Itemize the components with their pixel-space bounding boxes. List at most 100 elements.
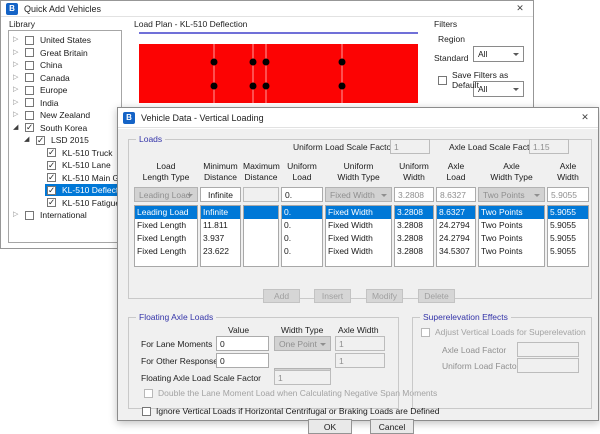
tree-item-kl-510-truck[interactable]: ✓ KL-510 Truck bbox=[9, 147, 121, 160]
checkbox[interactable] bbox=[25, 111, 34, 120]
other-responses-value-input[interactable]: 0 bbox=[216, 353, 269, 368]
checkbox[interactable]: ✓ bbox=[47, 148, 56, 157]
title-bar[interactable]: B Quick Add Vehicles ✕ bbox=[1, 1, 533, 17]
checkbox[interactable]: ✓ bbox=[36, 136, 45, 145]
table-cell[interactable] bbox=[244, 232, 278, 245]
tree-item-china[interactable]: ▷ China bbox=[9, 59, 121, 72]
expand-icon[interactable]: ▷ bbox=[13, 35, 23, 45]
expand-icon[interactable]: ▷ bbox=[13, 73, 23, 83]
table-cell[interactable]: 34.5307 bbox=[437, 245, 475, 258]
tree-item-great-britain[interactable]: ▷ Great Britain bbox=[9, 47, 121, 60]
tree-item-kl-510-main-girder[interactable]: ✓ KL-510 Main Girder bbox=[9, 172, 121, 185]
check-icon: ✓ bbox=[48, 160, 55, 171]
checkbox[interactable] bbox=[25, 61, 34, 70]
tree-item-united-states[interactable]: ▷ United States bbox=[9, 34, 121, 47]
table-cell[interactable]: Fixed Length bbox=[135, 245, 197, 258]
checkbox[interactable] bbox=[25, 86, 34, 95]
checkbox[interactable]: ✓ bbox=[47, 173, 56, 182]
table-cell[interactable]: 3.2808 bbox=[395, 219, 433, 232]
table-cell[interactable]: 3.937 bbox=[201, 232, 240, 245]
checkbox[interactable]: ✓ bbox=[47, 186, 56, 195]
expand-icon[interactable]: ▷ bbox=[13, 60, 23, 70]
tree-item-kl-510-lane[interactable]: ✓ KL-510 Lane bbox=[9, 159, 121, 172]
table-cell[interactable]: Two Points bbox=[479, 219, 544, 232]
table-cell[interactable]: Infinite bbox=[201, 206, 240, 219]
table-cell[interactable]: Two Points bbox=[479, 206, 544, 219]
checkbox[interactable]: ✓ bbox=[47, 161, 56, 170]
expand-icon[interactable]: ▷ bbox=[13, 85, 23, 95]
tree-item-kl-510-fatigue[interactable]: ✓ KL-510 Fatigue bbox=[9, 197, 121, 210]
uniform-load-factor-label: Uniform Load Factor bbox=[442, 361, 519, 371]
table-cell[interactable] bbox=[244, 219, 278, 232]
checkbox[interactable] bbox=[438, 76, 447, 85]
tree-item-canada[interactable]: ▷ Canada bbox=[9, 72, 121, 85]
standard-label: Standard bbox=[434, 53, 469, 63]
expand-icon[interactable]: ▷ bbox=[13, 98, 23, 108]
collapse-icon[interactable]: ◢ bbox=[24, 135, 34, 145]
close-icon[interactable]: ✕ bbox=[512, 3, 528, 14]
table-cell[interactable]: 0. bbox=[282, 245, 322, 258]
tree-item-india[interactable]: ▷ India bbox=[9, 97, 121, 110]
expand-icon[interactable]: ▷ bbox=[13, 210, 23, 220]
table-cell[interactable]: 24.2794 bbox=[437, 232, 475, 245]
table-cell[interactable]: 5.9055 bbox=[548, 206, 588, 219]
checkbox[interactable] bbox=[142, 407, 151, 416]
close-icon[interactable]: ✕ bbox=[577, 112, 593, 123]
table-cell[interactable]: 3.2808 bbox=[395, 232, 433, 245]
table-cell[interactable]: 0. bbox=[282, 232, 322, 245]
checkbox[interactable] bbox=[25, 211, 34, 220]
table-cell[interactable]: 3.2808 bbox=[395, 245, 433, 258]
table-cell[interactable]: Fixed Length bbox=[135, 232, 197, 245]
table-cell[interactable]: Leading Load bbox=[135, 206, 197, 219]
table-cell[interactable]: 8.6327 bbox=[437, 206, 475, 219]
collapse-icon[interactable]: ◢ bbox=[13, 123, 23, 133]
table-cell[interactable]: 5.9055 bbox=[548, 232, 588, 245]
checkbox[interactable] bbox=[25, 73, 34, 82]
table-cell[interactable]: 11.811 bbox=[201, 219, 240, 232]
tree-item-international[interactable]: ▷ International bbox=[9, 209, 121, 222]
checkbox[interactable] bbox=[25, 98, 34, 107]
table-cell[interactable]: Fixed Length bbox=[135, 219, 197, 232]
table-cell[interactable]: Fixed Width bbox=[326, 206, 391, 219]
tree-item-lsd-2015[interactable]: ◢ ✓ LSD 2015 bbox=[9, 134, 121, 147]
column-axle-width: AxleWidth 5.9055 5.9055 5.9055 5.9055 5.… bbox=[547, 161, 589, 267]
tree-item-kl-510-deflection[interactable]: ✓ KL-510 Deflection bbox=[9, 184, 121, 197]
table-cell[interactable]: 3.2808 bbox=[395, 206, 433, 219]
expand-icon[interactable]: ▷ bbox=[13, 48, 23, 58]
cancel-button[interactable]: Cancel bbox=[370, 419, 414, 434]
checkbox[interactable] bbox=[25, 36, 34, 45]
table-cell[interactable] bbox=[244, 206, 278, 219]
ignore-vertical-loads-checkbox[interactable]: Ignore Vertical Loads if Horizontal Cent… bbox=[142, 406, 440, 416]
table-cell[interactable]: 23.622 bbox=[201, 245, 240, 258]
expand-icon[interactable]: ▷ bbox=[13, 110, 23, 120]
table-cell[interactable]: 24.2794 bbox=[437, 219, 475, 232]
table-cell[interactable]: 5.9055 bbox=[548, 219, 588, 232]
ok-button[interactable]: OK bbox=[308, 419, 352, 434]
tree-item-south-korea[interactable]: ◢ ✓ South Korea bbox=[9, 122, 121, 135]
tree-item-new-zealand[interactable]: ▷ New Zealand bbox=[9, 109, 121, 122]
save-filters-checkbox[interactable]: Save Filters as Default bbox=[438, 70, 533, 90]
checkbox bbox=[421, 328, 430, 337]
tree-item-europe[interactable]: ▷ Europe bbox=[9, 84, 121, 97]
table-cell[interactable]: Two Points bbox=[479, 232, 544, 245]
checkbox[interactable]: ✓ bbox=[47, 198, 56, 207]
table-cell[interactable]: Fixed Width bbox=[326, 245, 391, 258]
library-tree[interactable]: ▷ United States ▷ Great Britain ▷ China … bbox=[8, 30, 122, 243]
checkbox[interactable]: ✓ bbox=[25, 123, 34, 132]
lane-moments-value-input[interactable]: 0 bbox=[216, 336, 269, 351]
table-cell[interactable]: Fixed Width bbox=[326, 219, 391, 232]
table-cell[interactable]: 0. bbox=[282, 206, 322, 219]
table-cell[interactable] bbox=[244, 245, 278, 258]
checkbox[interactable] bbox=[25, 48, 34, 57]
table-cell[interactable]: Two Points bbox=[479, 245, 544, 258]
title-bar[interactable]: B Vehicle Data - Vertical Loading ✕ bbox=[118, 108, 598, 128]
load-plan-canvas bbox=[139, 44, 418, 103]
region-select[interactable]: All bbox=[473, 46, 524, 62]
table-cell[interactable]: 0. bbox=[282, 219, 322, 232]
edit-minimum-distance-input[interactable]: Infinite bbox=[200, 187, 241, 202]
table-cell[interactable]: Fixed Width bbox=[326, 232, 391, 245]
chevron-down-icon bbox=[320, 343, 326, 346]
edit-uniform-load-input[interactable]: 0. bbox=[281, 187, 323, 202]
table-cell[interactable]: 5.9055 bbox=[548, 245, 588, 258]
other-responses-axle-width-input: 1 bbox=[335, 353, 385, 368]
